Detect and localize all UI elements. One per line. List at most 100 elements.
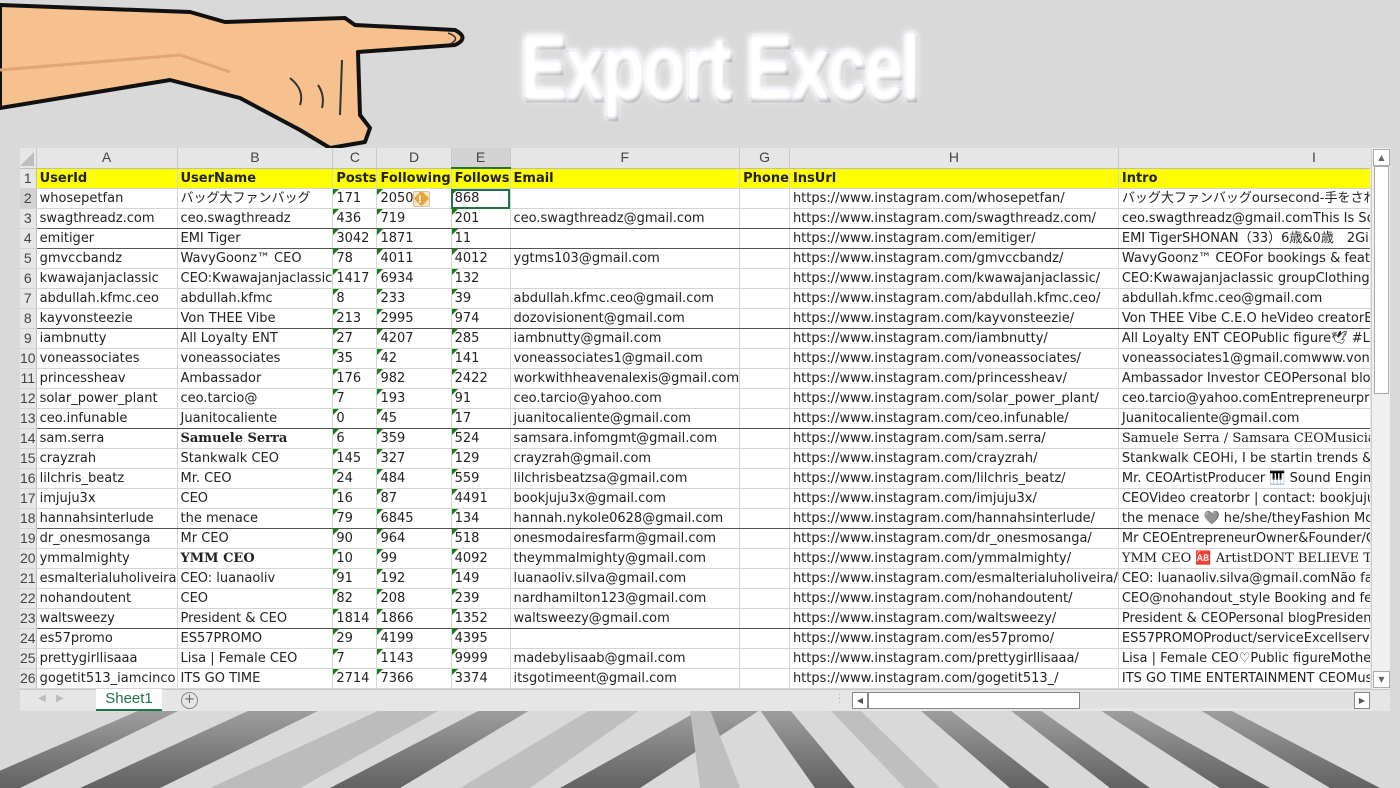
row-number[interactable]: 18: [20, 508, 37, 529]
cell-username[interactable]: Von THEE Vibe: [177, 308, 334, 329]
cell-phone[interactable]: [739, 608, 790, 629]
row-number[interactable]: 15: [20, 448, 37, 469]
cell-email[interactable]: abdullah.kfmc.ceo@gmail.com: [510, 288, 741, 309]
cell-username[interactable]: Mr CEO: [177, 528, 334, 549]
column-header-d[interactable]: D: [376, 148, 452, 169]
horizontal-scroll-thumb[interactable]: [868, 692, 1080, 709]
cell-following[interactable]: 1866: [376, 608, 452, 629]
cell-intro[interactable]: Ambassador Investor CEOPersonal blog•CEO…: [1118, 368, 1370, 389]
cell-intro[interactable]: abdullah.kfmc.ceo@gmail.com: [1118, 288, 1370, 309]
cell-userid[interactable]: solar_power_plant: [36, 388, 178, 409]
cell-intro[interactable]: WavyGoonz™ CEOFor bookings & features 👇y…: [1118, 248, 1370, 269]
cell-username[interactable]: YMM CEO: [177, 548, 334, 569]
cell-insurl[interactable]: https://www.instagram.com/imjuju3x/: [789, 488, 1119, 509]
cell-email[interactable]: [510, 628, 741, 649]
cell-username[interactable]: CEO: [177, 588, 334, 609]
cell-email[interactable]: itsgotimeent@gmail.com: [510, 668, 741, 689]
cell-insurl[interactable]: https://www.instagram.com/dr_onesmosanga…: [789, 528, 1119, 549]
cell-follows[interactable]: 3374: [451, 668, 511, 689]
header-cell-userid[interactable]: UserId: [36, 168, 178, 189]
header-cell-email[interactable]: Email: [510, 168, 741, 189]
row-number[interactable]: 19: [20, 528, 37, 549]
row-number[interactable]: 20: [20, 548, 37, 569]
cell-intro[interactable]: CEO:Kwawajanjaclassic groupClothing (Bra…: [1118, 268, 1370, 289]
cell-posts[interactable]: 27: [332, 328, 378, 349]
cell-intro[interactable]: Mr. CEOArtistProducer 🎹 Sound Engineer🎛 …: [1118, 468, 1370, 489]
cell-email[interactable]: luanaoliv.silva@gmail.com: [510, 568, 741, 589]
cell-posts[interactable]: 91: [332, 568, 378, 589]
cell-email[interactable]: theymmalmighty@gmail.com: [510, 548, 741, 569]
cell-phone[interactable]: [739, 448, 790, 469]
cell-email[interactable]: hannah.nykole0628@gmail.com: [510, 508, 741, 529]
cell-insurl[interactable]: https://www.instagram.com/prettygirllisa…: [789, 648, 1119, 669]
column-header-e[interactable]: E: [451, 148, 511, 169]
cell-userid[interactable]: gmvccbandz: [36, 248, 178, 269]
cell-phone[interactable]: [739, 628, 790, 649]
cell-intro[interactable]: ceo.tarcio@yahoo.comEntrepreneurprogress…: [1118, 388, 1370, 409]
cell-follows[interactable]: 141: [451, 348, 511, 369]
row-number[interactable]: 14: [20, 428, 37, 449]
cell-intro[interactable]: Samuele Serra / Samsara CEOMusiciansamsa…: [1118, 428, 1370, 449]
cell-intro[interactable]: Von THEE Vibe C.E.O heVideo creatorEnter…: [1118, 308, 1370, 329]
cell-phone[interactable]: [739, 528, 790, 549]
cell-follows[interactable]: 524: [451, 428, 511, 449]
cell-posts[interactable]: 1814: [332, 608, 378, 629]
cell-follows[interactable]: 129: [451, 448, 511, 469]
cell-insurl[interactable]: https://www.instagram.com/nohandoutent/: [789, 588, 1119, 609]
cell-follows[interactable]: 868: [451, 188, 511, 209]
row-number[interactable]: 9: [20, 328, 37, 349]
cell-insurl[interactable]: https://www.instagram.com/es57promo/: [789, 628, 1119, 649]
cell-intro[interactable]: ES57PROMOProduct/serviceExcellservice57 …: [1118, 628, 1370, 649]
cell-follows[interactable]: 1352: [451, 608, 511, 629]
cell-userid[interactable]: voneassociates: [36, 348, 178, 369]
cell-intro[interactable]: EMI TigerSHONAN（33）6歳&0歳 2Girls mom親子Tra…: [1118, 228, 1370, 249]
cell-following[interactable]: 45: [376, 408, 452, 429]
cell-userid[interactable]: princessheav: [36, 368, 178, 389]
cell-posts[interactable]: 90: [332, 528, 378, 549]
cell-posts[interactable]: 3042: [332, 228, 378, 249]
cell-posts[interactable]: 10: [332, 548, 378, 569]
row-number[interactable]: 23: [20, 608, 37, 629]
cell-insurl[interactable]: https://www.instagram.com/gogetit513_/: [789, 668, 1119, 689]
prev-sheet-arrow-icon[interactable]: ◀: [38, 693, 46, 704]
cell-insurl[interactable]: https://www.instagram.com/hannahsinterlu…: [789, 508, 1119, 529]
cell-posts[interactable]: 24: [332, 468, 378, 489]
cell-phone[interactable]: [739, 408, 790, 429]
column-header-g[interactable]: G: [739, 148, 790, 169]
row-number[interactable]: 1: [20, 168, 37, 189]
cell-phone[interactable]: [739, 388, 790, 409]
row-number[interactable]: 6: [20, 268, 37, 289]
cell-phone[interactable]: [739, 508, 790, 529]
cell-username[interactable]: voneassociates: [177, 348, 334, 369]
cell-phone[interactable]: [739, 668, 790, 689]
cell-posts[interactable]: 436: [332, 208, 378, 229]
cell-follows[interactable]: 239: [451, 588, 511, 609]
row-number[interactable]: 25: [20, 648, 37, 669]
cell-intro[interactable]: ITS GO TIME ENTERTAINMENT CEOMusician/ba…: [1118, 668, 1370, 689]
row-number[interactable]: 26: [20, 668, 37, 689]
cell-username[interactable]: Stankwalk CEO: [177, 448, 334, 469]
cell-insurl[interactable]: https://www.instagram.com/princessheav/: [789, 368, 1119, 389]
cell-phone[interactable]: [739, 208, 790, 229]
cell-posts[interactable]: 6: [332, 428, 378, 449]
column-header-i[interactable]: I: [1118, 148, 1370, 169]
cell-posts[interactable]: 171: [332, 188, 378, 209]
cell-phone[interactable]: [739, 588, 790, 609]
header-cell-follows[interactable]: Follows: [451, 168, 511, 189]
cell-follows[interactable]: 4491: [451, 488, 511, 509]
cell-posts[interactable]: 82: [332, 588, 378, 609]
cell-userid[interactable]: ceo.infunable: [36, 408, 178, 429]
cell-insurl[interactable]: https://www.instagram.com/kwawajanjaclas…: [789, 268, 1119, 289]
cell-posts[interactable]: 16: [332, 488, 378, 509]
cell-userid[interactable]: waltsweezy: [36, 608, 178, 629]
cell-posts[interactable]: 35: [332, 348, 378, 369]
row-number[interactable]: 3: [20, 208, 37, 229]
cell-intro[interactable]: CEO@nohandout_style Booking and feature …: [1118, 588, 1370, 609]
cell-email[interactable]: voneassociates1@gmail.com: [510, 348, 741, 369]
cell-posts[interactable]: 213: [332, 308, 378, 329]
cell-phone[interactable]: [739, 248, 790, 269]
cell-username[interactable]: Lisa | Female CEO: [177, 648, 334, 669]
cell-posts[interactable]: 7: [332, 388, 378, 409]
cell-insurl[interactable]: https://www.instagram.com/whosepetfan/: [789, 188, 1119, 209]
cell-follows[interactable]: 149: [451, 568, 511, 589]
